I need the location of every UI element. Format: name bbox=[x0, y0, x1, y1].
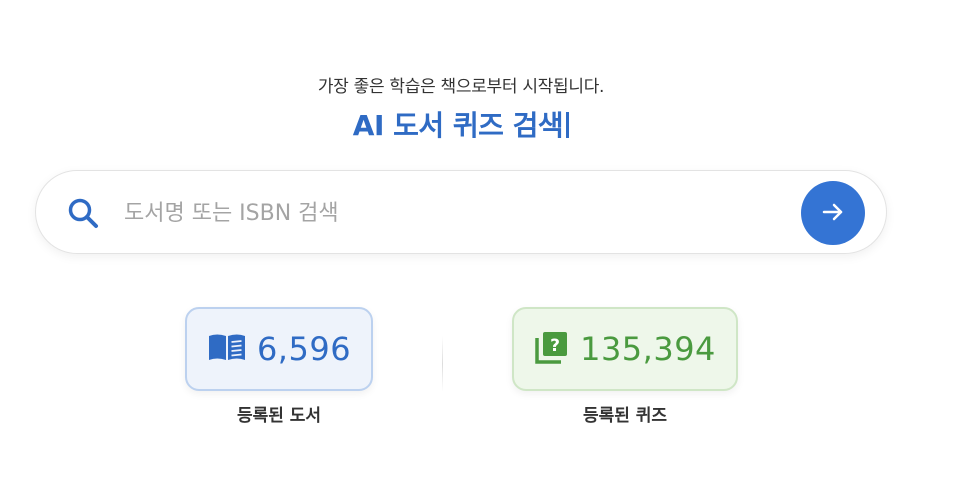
page-title-wrapper: AI 도서 퀴즈 검색 bbox=[0, 104, 922, 144]
typing-cursor bbox=[566, 112, 570, 138]
tagline: 가장 좋은 학습은 책으로부터 시작됩니다. bbox=[317, 77, 605, 97]
arrow-right-icon bbox=[820, 199, 846, 228]
search-bar bbox=[35, 170, 887, 254]
search-input[interactable] bbox=[124, 191, 784, 235]
page: 가장 좋은 학습은 책으로부터 시작됩니다. AI 도서 퀴즈 검색 도서명 또… bbox=[0, 0, 966, 496]
books-label: 등록된 도서 bbox=[236, 406, 322, 426]
quizzes-label: 등록된 퀴즈 bbox=[582, 406, 668, 426]
open-book-icon bbox=[207, 332, 247, 366]
question-box-icon: ? bbox=[534, 329, 570, 369]
registered-books-card: 6,596 bbox=[185, 307, 373, 391]
stats-divider bbox=[442, 336, 443, 392]
quizzes-count: 135,394 bbox=[580, 330, 716, 368]
search-icon bbox=[66, 196, 100, 230]
search-submit-button[interactable] bbox=[801, 181, 865, 245]
svg-text:?: ? bbox=[550, 336, 560, 356]
page-title: AI 도서 퀴즈 검색 bbox=[352, 109, 564, 142]
books-count: 6,596 bbox=[256, 330, 352, 368]
registered-quizzes-card: ? 135,394 bbox=[512, 307, 738, 391]
